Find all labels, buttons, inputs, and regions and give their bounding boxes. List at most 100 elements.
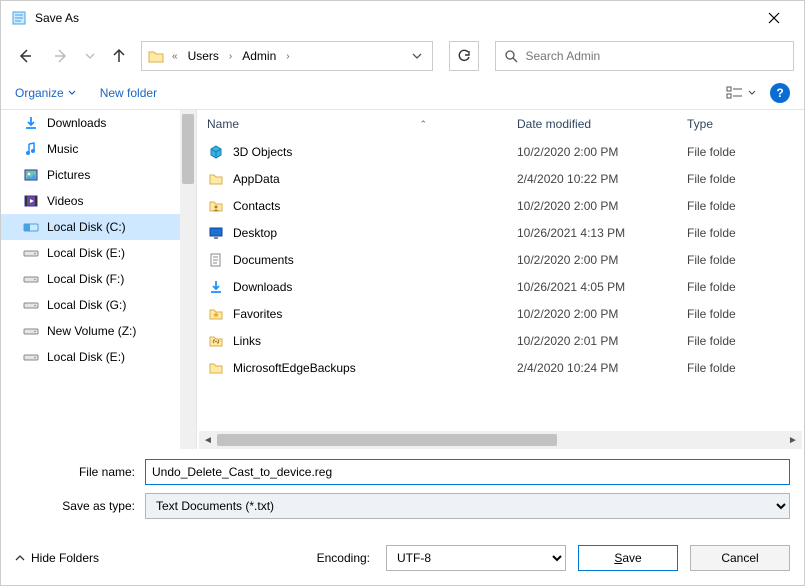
- file-row[interactable]: MicrosoftEdgeBackups2/4/2020 10:24 PMFil…: [197, 354, 804, 381]
- hide-folders-button[interactable]: Hide Folders: [15, 551, 99, 565]
- chevron-right-icon: ›: [284, 51, 291, 62]
- desktop-icon: [207, 224, 225, 242]
- file-row[interactable]: AppData2/4/2020 10:22 PMFile folde: [197, 165, 804, 192]
- close-button[interactable]: [752, 6, 796, 30]
- favorites-icon: [207, 305, 225, 323]
- videos-icon: [23, 193, 39, 209]
- horizontal-scrollbar[interactable]: ◄ ►: [199, 431, 802, 449]
- file-row[interactable]: Links10/2/2020 2:01 PMFile folde: [197, 327, 804, 354]
- file-type: File folde: [687, 226, 794, 240]
- file-row[interactable]: Documents 10/2/2020 2:00 PMFile folde: [197, 246, 804, 273]
- view-options-button[interactable]: [726, 86, 756, 100]
- tree-item-label: Downloads: [47, 116, 106, 130]
- tree-item[interactable]: Local Disk (E:): [1, 240, 196, 266]
- nav-row: « Users › Admin › Search Admin: [1, 35, 804, 77]
- encoding-label: Encoding:: [317, 551, 370, 565]
- encoding-select[interactable]: UTF-8: [386, 545, 566, 571]
- file-row[interactable]: 3D Objects 10/2/2020 2:00 PMFile folde: [197, 138, 804, 165]
- tree-item[interactable]: New Volume (Z:): [1, 318, 196, 344]
- file-name: MicrosoftEdgeBackups: [233, 361, 356, 375]
- file-name: Contacts: [233, 199, 280, 213]
- tree-item-label: Pictures: [47, 168, 90, 182]
- file-list: 3D Objects10/2/2020 2:00 PMFile foldeApp…: [197, 138, 804, 431]
- tree-item[interactable]: Pictures: [1, 162, 196, 188]
- tree-scrollbar[interactable]: [180, 110, 196, 449]
- back-button[interactable]: [11, 42, 39, 70]
- search-placeholder: Search Admin: [526, 49, 601, 63]
- file-name: Documents: [233, 253, 294, 267]
- tree-item[interactable]: Local Disk (G:): [1, 292, 196, 318]
- recent-button[interactable]: [83, 42, 97, 70]
- save-button[interactable]: Save: [578, 545, 678, 571]
- drive-icon: [23, 245, 39, 261]
- help-button[interactable]: ?: [770, 83, 790, 103]
- forward-button[interactable]: [47, 42, 75, 70]
- links-icon: [207, 332, 225, 350]
- sort-indicator-icon: ⌃: [419, 119, 427, 130]
- savetype-select[interactable]: Text Documents (*.txt): [145, 493, 790, 519]
- file-type: File folde: [687, 253, 794, 267]
- file-row[interactable]: Favorites10/2/2020 2:00 PMFile folde: [197, 300, 804, 327]
- breadcrumb-seg-admin[interactable]: Admin: [238, 49, 280, 63]
- tree-item[interactable]: Local Disk (F:): [1, 266, 196, 292]
- tree-item[interactable]: Videos: [1, 188, 196, 214]
- drive-icon: [23, 323, 39, 339]
- tree-item[interactable]: Music: [1, 136, 196, 162]
- breadcrumb[interactable]: « Users › Admin ›: [141, 41, 433, 71]
- cancel-button[interactable]: Cancel: [690, 545, 790, 571]
- organize-menu[interactable]: Organize: [15, 86, 76, 100]
- breadcrumb-seg-users[interactable]: Users: [184, 49, 223, 63]
- up-button[interactable]: [105, 42, 133, 70]
- tree-item[interactable]: Downloads: [1, 110, 196, 136]
- organize-label: Organize: [15, 86, 64, 100]
- pictures-icon: [23, 167, 39, 183]
- file-type: File folde: [687, 334, 794, 348]
- file-modified: 10/2/2020 2:00 PM: [517, 253, 687, 267]
- folder-icon: [207, 170, 225, 188]
- drive-c-icon: [23, 219, 39, 235]
- tree-item[interactable]: Local Disk (E:): [1, 344, 196, 370]
- file-type: File folde: [687, 199, 794, 213]
- file-type: File folde: [687, 145, 794, 159]
- file-modified: 10/2/2020 2:00 PM: [517, 145, 687, 159]
- file-modified: 10/2/2020 2:00 PM: [517, 307, 687, 321]
- file-row[interactable]: Contacts 10/2/2020 2:00 PMFile folde: [197, 192, 804, 219]
- search-icon: [504, 49, 518, 63]
- search-input[interactable]: Search Admin: [495, 41, 795, 71]
- file-modified: 2/4/2020 10:24 PM: [517, 361, 687, 375]
- new-folder-button[interactable]: New folder: [100, 86, 157, 100]
- file-row[interactable]: Downloads10/26/2021 4:05 PMFile folde: [197, 273, 804, 300]
- filename-input[interactable]: [145, 459, 790, 485]
- download-icon: [207, 278, 225, 296]
- col-name[interactable]: Name: [207, 117, 239, 131]
- folder-icon: [146, 46, 166, 66]
- app-icon: [11, 10, 27, 26]
- file-modified: 10/2/2020 2:00 PM: [517, 199, 687, 213]
- file-name: Downloads: [233, 280, 292, 294]
- file-name: Desktop: [233, 226, 277, 240]
- chevron-up-icon: [15, 553, 25, 563]
- file-area: Name ⌃ Date modified Type 3D Objects 10/2…: [197, 110, 804, 449]
- tree-item[interactable]: Local Disk (C:): [1, 214, 196, 240]
- 3d-icon: [207, 143, 225, 161]
- file-name: 3D Objects: [233, 145, 292, 159]
- tree-item-label: Local Disk (G:): [47, 298, 126, 312]
- body: DownloadsMusicPicturesVideosLocal Disk (…: [1, 110, 804, 449]
- chevron-left-icon: «: [170, 51, 180, 62]
- form-area: File name: Save as type: Text Documents …: [1, 449, 804, 535]
- music-icon: [23, 141, 39, 157]
- tree-item-label: Local Disk (E:): [47, 350, 125, 364]
- filename-label: File name:: [15, 465, 145, 479]
- col-modified[interactable]: Date modified: [517, 117, 591, 131]
- refresh-button[interactable]: [449, 41, 479, 71]
- drive-icon: [23, 349, 39, 365]
- breadcrumb-dropdown[interactable]: [406, 51, 428, 61]
- file-modified: 10/2/2020 2:01 PM: [517, 334, 687, 348]
- titlebar: Save As: [1, 1, 804, 35]
- column-headers: Name ⌃ Date modified Type: [197, 110, 804, 138]
- tree-item-label: Music: [47, 142, 78, 156]
- new-folder-label: New folder: [100, 86, 157, 100]
- window-title: Save As: [35, 11, 79, 25]
- file-row[interactable]: Desktop10/26/2021 4:13 PMFile folde: [197, 219, 804, 246]
- col-type[interactable]: Type: [687, 117, 713, 131]
